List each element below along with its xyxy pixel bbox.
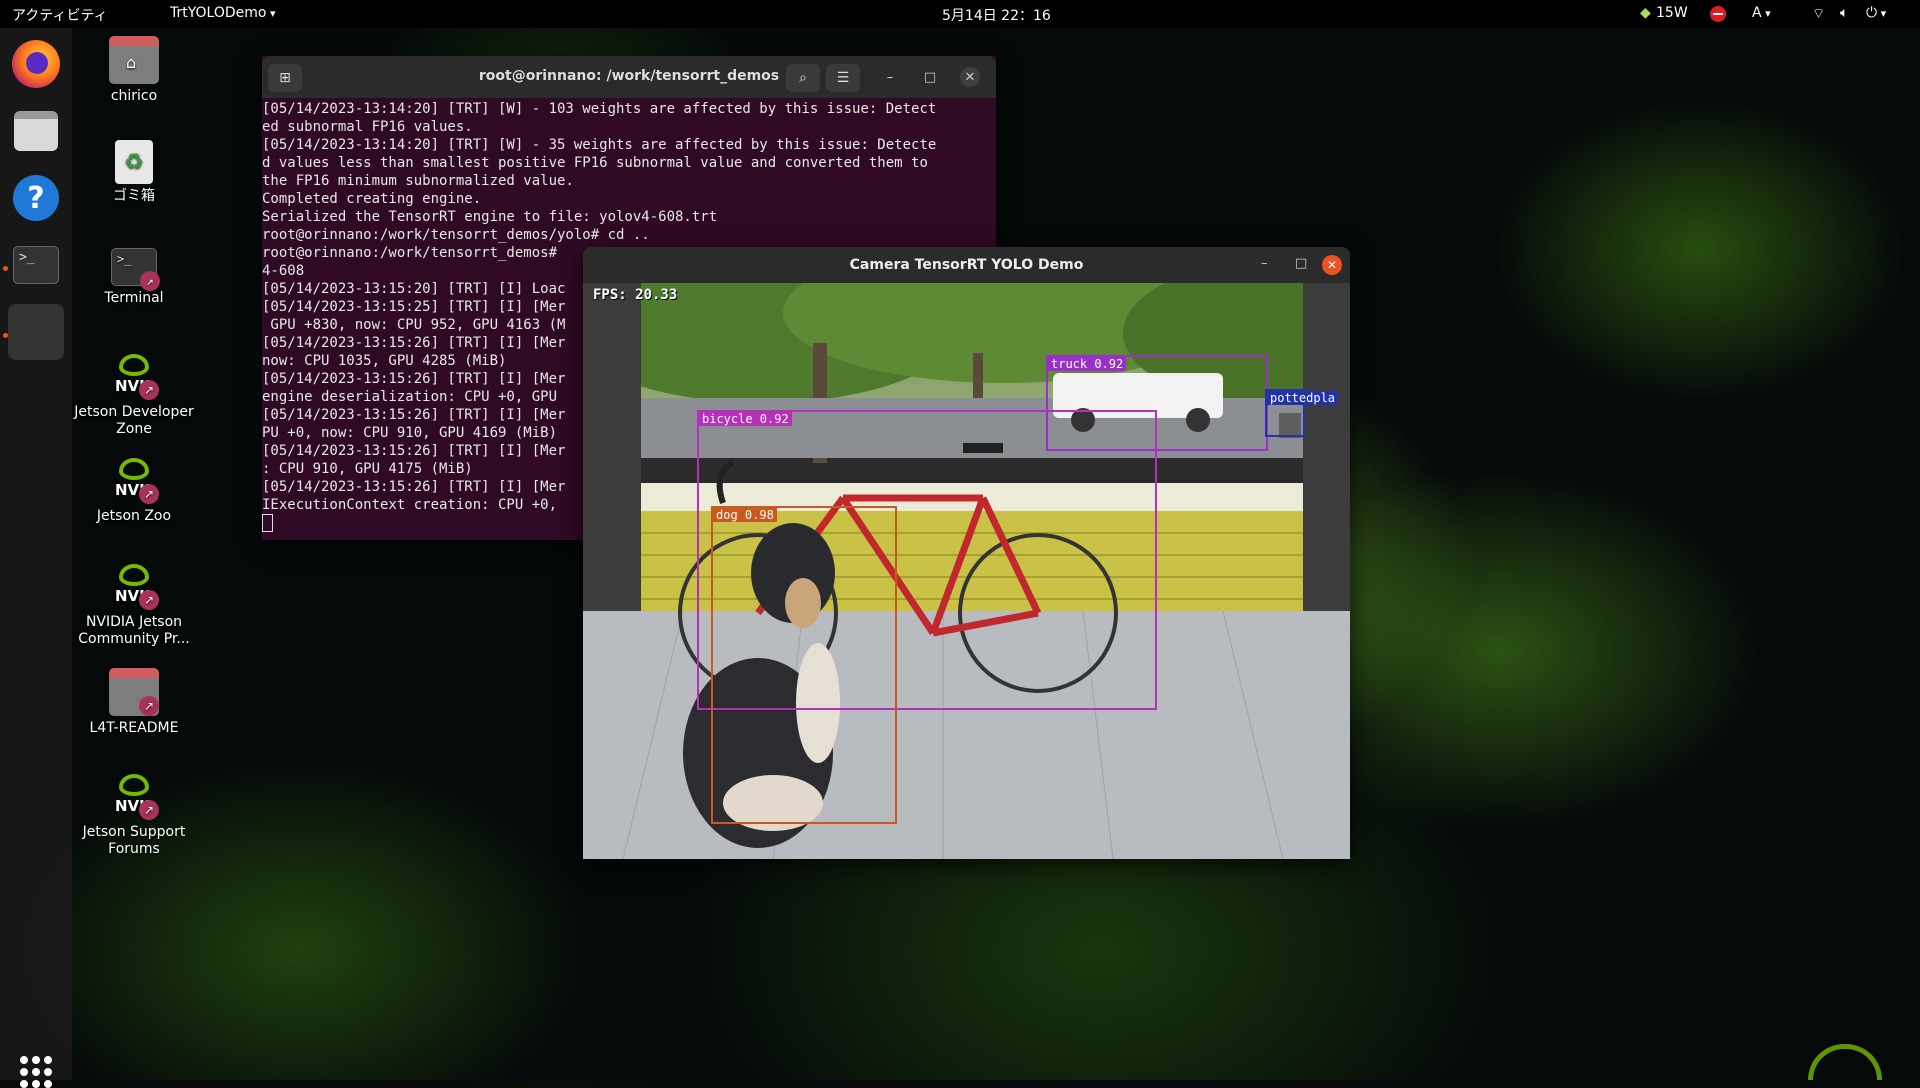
desktop-icon-support-forums[interactable]: NVIL ↗ Jetson Support Forums	[74, 772, 194, 858]
dock-trtyolodemo[interactable]	[8, 304, 64, 360]
desktop-icon-l4t-readme[interactable]: ↗ L4T-README	[74, 668, 194, 737]
dock-files[interactable]	[8, 103, 64, 159]
desktop-icon-label: ゴミ箱	[113, 188, 155, 204]
close-icon[interactable]: ✕	[1322, 255, 1342, 275]
shortcut-arrow-icon: ↗	[139, 800, 159, 820]
terminal-titlebar[interactable]: ⊞ root@orinnano: /work/tensorrt_demos ⌕ …	[262, 56, 996, 98]
detection-label: bicycle 0.92	[699, 412, 792, 426]
desktop-icon-label: L4T-README	[89, 720, 179, 736]
nvidia-power-icon[interactable]: ◆	[1640, 5, 1651, 21]
terminal-line: the FP16 minimum subnormalized value.	[262, 173, 574, 189]
desktop-icon-label: Jetson Developer Zone	[74, 404, 194, 437]
terminal-line: [05/14/2023-13:14:20] [TRT] [W] - 103 we…	[262, 101, 937, 117]
dock-terminal[interactable]: >_	[8, 237, 64, 293]
power-icon[interactable]: ⏻	[1866, 5, 1886, 21]
camera-titlebar[interactable]: Camera TensorRT YOLO Demo – □ ✕	[583, 247, 1350, 283]
terminal-line: [05/14/2023-13:14:20] [TRT] [W] - 35 wei…	[262, 137, 937, 153]
camera-title: Camera TensorRT YOLO Demo	[849, 257, 1084, 273]
dock-help[interactable]: ?	[8, 170, 64, 226]
dock: ? >_	[0, 28, 72, 1088]
desktop-icon-jetson-zoo[interactable]: NVIL ↗ Jetson Zoo	[74, 456, 194, 525]
desktop-icon-trash[interactable]: ♻ ゴミ箱	[74, 140, 194, 205]
terminal-line: Completed creating engine.	[262, 191, 482, 207]
nvidia-logo-icon	[1808, 1044, 1882, 1080]
firefox-icon	[12, 40, 60, 88]
shortcut-arrow-icon: ↗	[140, 271, 160, 291]
volume-icon[interactable]: 🔈︎	[1840, 5, 1848, 21]
desktop-icon-label: chirico	[110, 88, 158, 104]
detection-label: pottedpla	[1267, 391, 1339, 405]
clock[interactable]: 5月14日 22：16	[942, 5, 1051, 25]
wifi-icon[interactable]: ⌔	[1812, 5, 1825, 23]
shortcut-arrow-icon: ↗	[139, 484, 159, 504]
nvidia-icon: NVIL ↗	[109, 772, 159, 820]
desktop-icon-label: Jetson Zoo	[96, 508, 172, 524]
menu-icon[interactable]: ☰	[826, 64, 860, 92]
terminal-icon: >_ ↗	[111, 248, 160, 291]
search-icon[interactable]: ⌕	[786, 64, 820, 92]
minimize-icon[interactable]: –	[880, 67, 900, 87]
fps-readout: FPS: 20.33	[593, 287, 678, 303]
nvidia-icon: NVIL ↗	[109, 562, 159, 610]
maximize-icon[interactable]: □	[1295, 256, 1307, 271]
activities-button[interactable]: アクティビティ	[12, 5, 108, 25]
detection-label: truck 0.92	[1048, 357, 1127, 371]
desktop-icon-developer-zone[interactable]: NVIL ↗ Jetson Developer Zone	[74, 352, 194, 438]
folder-icon: ↗	[109, 668, 159, 716]
terminal-line: root@orinnano:/work/tensorrt_demos/yolo#…	[262, 227, 650, 243]
show-apps-icon[interactable]	[20, 1056, 52, 1088]
shortcut-arrow-icon: ↗	[139, 380, 159, 400]
terminal-line: ed subnormal FP16 values.	[262, 119, 473, 135]
camera-frame: FPS: 20.33 truck 0.92 pottedpla bicycle …	[583, 283, 1350, 859]
power-mode-label[interactable]: 15W	[1656, 5, 1688, 21]
files-icon	[14, 111, 58, 151]
terminal-line: d values less than smallest positive FP1…	[262, 155, 928, 171]
close-icon[interactable]: ✕	[960, 67, 980, 87]
minimize-icon[interactable]: –	[1261, 256, 1268, 271]
camera-window[interactable]: Camera TensorRT YOLO Demo – □ ✕ FPS: 20.…	[583, 247, 1350, 859]
maximize-icon[interactable]: □	[920, 67, 940, 87]
terminal-line: Serialized the TensorRT engine to file: …	[262, 209, 718, 225]
dock-firefox[interactable]	[8, 36, 64, 92]
app-menu[interactable]: TrtYOLODemo	[170, 5, 276, 21]
desktop-icon-community[interactable]: NVIL ↗ NVIDIA Jetson Community Pr...	[74, 562, 194, 648]
shortcut-arrow-icon: ↗	[139, 696, 159, 716]
home-folder-icon: ⌂	[109, 36, 159, 84]
input-method-menu[interactable]: A	[1752, 5, 1771, 21]
desktop-icon-label: Jetson Support Forums	[82, 824, 186, 857]
do-not-disturb-icon[interactable]	[1710, 6, 1726, 22]
shortcut-arrow-icon: ↗	[139, 590, 159, 610]
nvidia-icon: NVIL ↗	[109, 352, 159, 400]
trash-icon: ♻	[115, 140, 153, 184]
desktop-icon-label: NVIDIA Jetson Community Pr...	[78, 614, 190, 647]
top-bar: アクティビティ TrtYOLODemo 5月14日 22：16 ◆ 15W A …	[0, 0, 1920, 28]
nvidia-icon: NVIL ↗	[109, 456, 159, 504]
desktop-icon-terminal[interactable]: >_ ↗ Terminal	[74, 240, 194, 307]
detection-box-pottedplant: pottedpla	[1265, 389, 1339, 437]
terminal-icon: >_	[13, 246, 59, 284]
detection-label: dog 0.98	[713, 508, 777, 522]
terminal-cursor	[262, 514, 273, 532]
desktop-icon-label: Terminal	[104, 290, 164, 306]
desktop-icon-home[interactable]: ⌂ chirico	[74, 36, 194, 105]
detection-box-dog: dog 0.98	[711, 506, 897, 824]
help-icon: ?	[13, 175, 59, 221]
